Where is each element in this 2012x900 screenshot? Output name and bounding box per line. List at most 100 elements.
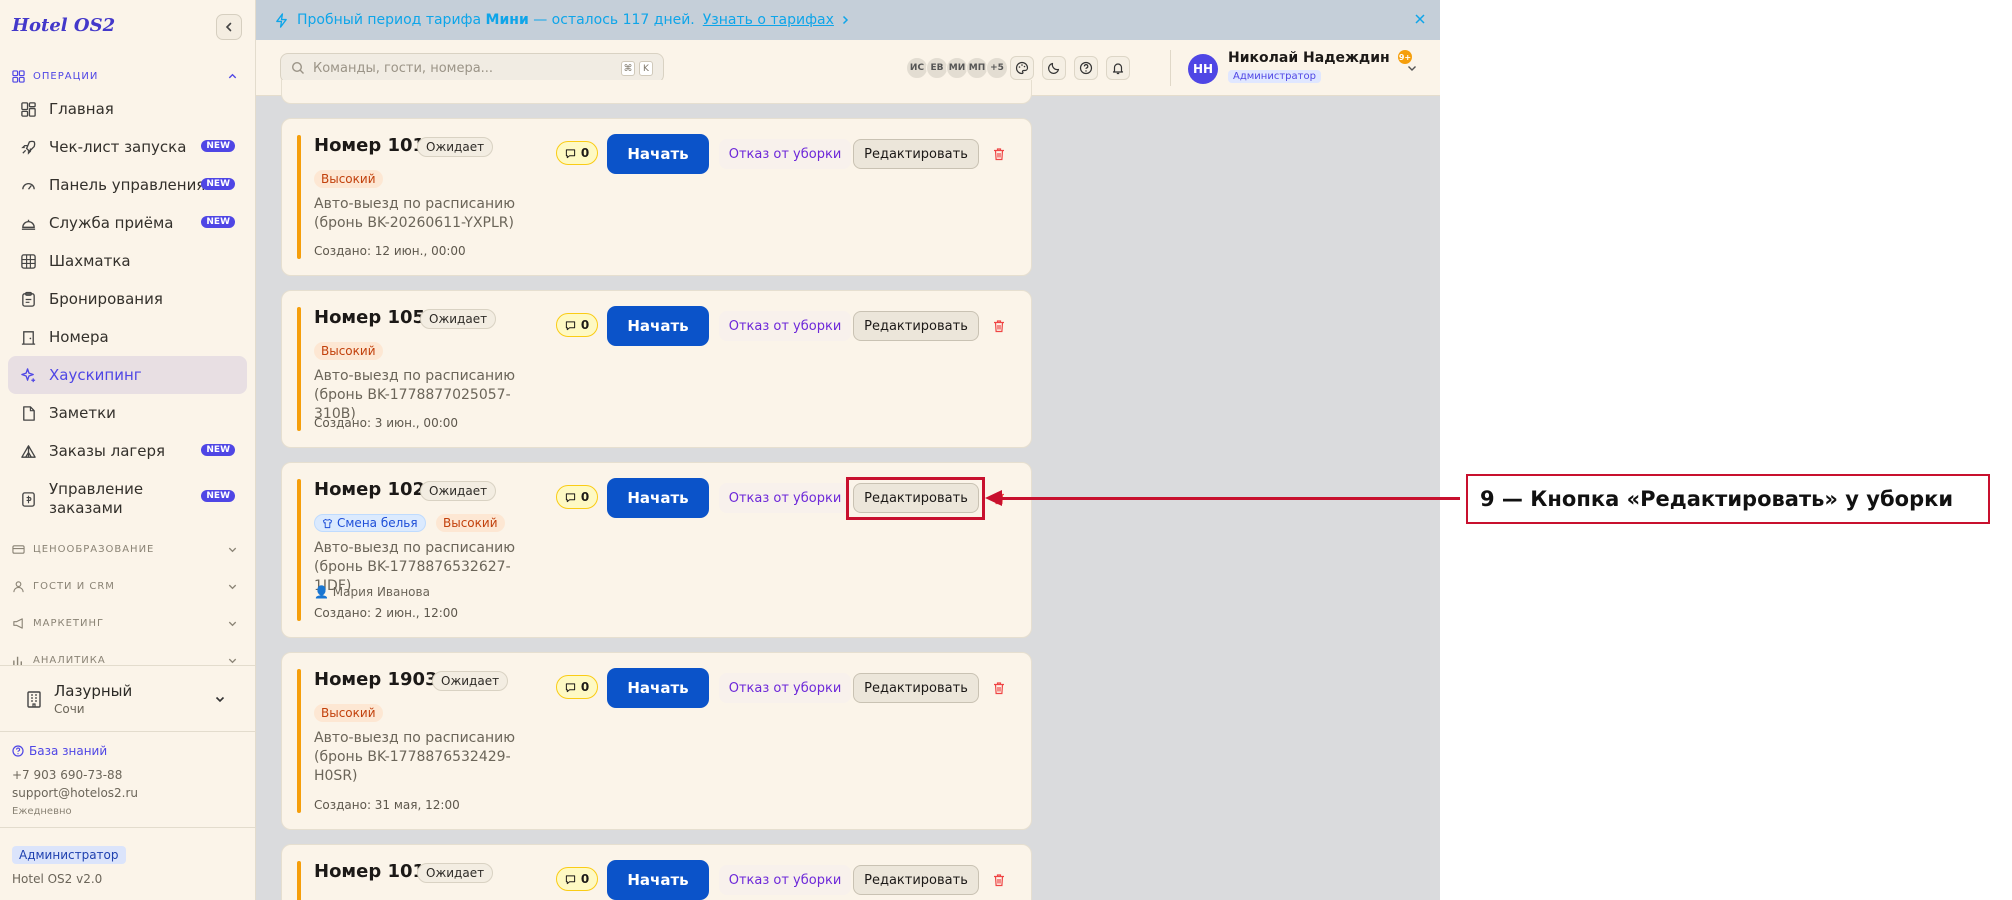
task-created: Создано: 2 июн., 12:00: [314, 606, 459, 620]
refuse-cleaning-button[interactable]: Отказ от уборки: [719, 483, 851, 513]
team-avatar[interactable]: ЕВ: [926, 57, 948, 79]
search-placeholder: Команды, гости, номера...: [313, 60, 494, 76]
close-icon[interactable]: [1412, 11, 1428, 27]
sidebar-item-chessboard[interactable]: Шахматка: [8, 242, 247, 280]
edit-button[interactable]: Редактировать: [853, 311, 979, 341]
comments-button[interactable]: 0: [556, 485, 598, 509]
more-team-count[interactable]: +5: [986, 57, 1008, 79]
sidebar-item-camp-orders[interactable]: Заказы лагеря NEW: [8, 432, 247, 470]
megaphone-icon: [13, 617, 23, 629]
chevron-left-icon: [225, 22, 232, 32]
sidebar-item-notes[interactable]: Заметки: [8, 394, 247, 432]
search-icon: [291, 61, 304, 74]
priority-badge: Высокий: [314, 704, 383, 722]
app-window: Hotel OS2 ОПЕРАЦИИ Главная Чек-лист запу…: [0, 0, 1440, 900]
notifications-button[interactable]: [1106, 56, 1130, 80]
sidebar-item-label: Служба приёма: [49, 213, 174, 232]
section-marketing[interactable]: МАРКЕТИНГ: [12, 614, 244, 632]
chevron-down-icon: [228, 584, 237, 590]
comments-button[interactable]: 0: [556, 141, 598, 165]
knowledge-base-link[interactable]: База знаний: [12, 744, 107, 758]
status-badge: Ожидает: [420, 309, 497, 329]
team-avatar[interactable]: ИС: [906, 57, 928, 79]
note-icon: [23, 405, 35, 421]
refuse-cleaning-button[interactable]: Отказ от уборки: [719, 139, 851, 169]
start-button[interactable]: Начать: [607, 134, 709, 174]
sidebar-item-front-desk[interactable]: Служба приёма NEW: [8, 204, 247, 242]
task-card[interactable]: Номер 1903 Ожидает Высокий Авто-выезд по…: [281, 652, 1032, 830]
section-pricing[interactable]: ЦЕНООБРАЗОВАНИЕ: [12, 540, 244, 558]
section-guests-crm[interactable]: ГОСТИ И CRM: [12, 577, 244, 595]
user-icon: [13, 580, 24, 592]
command-search[interactable]: Команды, гости, номера... ⌘ K: [280, 53, 664, 83]
bell-desk-icon: [21, 219, 36, 230]
sidebar-item-launch-checklist[interactable]: Чек-лист запуска NEW: [8, 128, 247, 166]
trash-icon[interactable]: [992, 681, 1006, 695]
edit-button[interactable]: Редактировать: [853, 673, 979, 703]
comments-button[interactable]: 0: [556, 675, 598, 699]
building-icon: [27, 691, 41, 708]
trash-icon[interactable]: [992, 319, 1006, 333]
help-button[interactable]: [1074, 56, 1098, 80]
chart-icon: [13, 656, 22, 665]
chevron-up-icon: [228, 73, 237, 79]
task-card[interactable]: Номер 101 Ожидает Высокий Авто-выезд по …: [281, 118, 1032, 276]
start-button[interactable]: Начать: [607, 306, 709, 346]
task-room-title: Номер 1903: [314, 669, 438, 690]
refuse-cleaning-button[interactable]: Отказ от уборки: [719, 311, 851, 341]
hotel-selector[interactable]: Лазурный Сочи: [12, 675, 240, 723]
team-avatar[interactable]: МП: [966, 57, 988, 79]
sidebar-item-order-management[interactable]: Управление заказами NEW: [8, 476, 247, 522]
edit-button[interactable]: Редактировать: [853, 139, 979, 169]
sidebar-item-label: Панель управления: [49, 175, 206, 194]
sidebar-item-rooms[interactable]: Номера: [8, 318, 247, 356]
comments-button[interactable]: 0: [556, 313, 598, 337]
assignee-name: Мария Иванова: [332, 585, 430, 599]
gauge-icon: [22, 182, 35, 190]
refuse-cleaning-button[interactable]: Отказ от уборки: [719, 673, 851, 703]
user-name[interactable]: Николай Надеждин: [1228, 50, 1390, 66]
annotation-highlight: [846, 477, 985, 520]
refuse-cleaning-button[interactable]: Отказ от уборки: [719, 865, 851, 895]
chevron-right-icon: [842, 15, 848, 25]
edit-button[interactable]: Редактировать: [853, 865, 979, 895]
section-operations[interactable]: ОПЕРАЦИИ: [12, 67, 244, 85]
trash-icon[interactable]: [992, 147, 1006, 161]
start-button[interactable]: Начать: [607, 860, 709, 900]
support-email[interactable]: support@hotelos2.ru: [12, 786, 138, 800]
status-badge: Ожидает: [417, 137, 494, 157]
lightning-icon: [276, 12, 287, 28]
sidebar-item-bookings[interactable]: Бронирования: [8, 280, 247, 318]
start-button[interactable]: Начать: [607, 478, 709, 518]
start-button[interactable]: Начать: [607, 668, 709, 708]
task-room-title: Номер 105: [314, 307, 426, 328]
section-label: МАРКЕТИНГ: [33, 617, 105, 629]
new-badge: NEW: [201, 178, 235, 190]
sidebar-item-housekeeping[interactable]: Хаускипинг: [8, 356, 247, 394]
pricing-link[interactable]: Узнать о тарифах: [703, 12, 834, 28]
banner-text-suffix: — осталось 117 дней.: [533, 12, 695, 28]
section-analytics[interactable]: АНАЛИТИКА: [12, 651, 244, 665]
user-avatar[interactable]: НН: [1188, 54, 1218, 84]
trash-icon[interactable]: [992, 873, 1006, 887]
theme-palette-button[interactable]: [1010, 56, 1034, 80]
palette-icon: [1015, 61, 1029, 75]
dark-mode-button[interactable]: [1042, 56, 1066, 80]
knowledge-base-label: База знаний: [29, 744, 108, 758]
support-phone[interactable]: +7 903 690-73-88: [12, 768, 122, 782]
priority-badge: Высокий: [314, 170, 383, 188]
section-label: ГОСТИ И CRM: [33, 580, 115, 592]
person-icon: 👤: [314, 585, 329, 599]
team-avatar[interactable]: МИ: [946, 57, 968, 79]
task-card[interactable]: Номер 101 Ожидает 0 Начать Отказ от убор…: [281, 844, 1032, 900]
sidebar-item-home[interactable]: Главная: [8, 90, 247, 128]
shirt-icon: [322, 518, 333, 528]
sidebar-collapse-button[interactable]: [216, 14, 242, 40]
comment-icon: [565, 320, 575, 330]
comments-button[interactable]: 0: [556, 867, 598, 891]
sidebar-item-dashboard[interactable]: Панель управления NEW: [8, 166, 247, 204]
task-card[interactable]: Номер 105 Ожидает Высокий Авто-выезд по …: [281, 290, 1032, 448]
section-label: АНАЛИТИКА: [33, 654, 106, 666]
chevron-down-icon[interactable]: [1406, 62, 1418, 74]
app-logo: Hotel OS2: [12, 15, 116, 36]
